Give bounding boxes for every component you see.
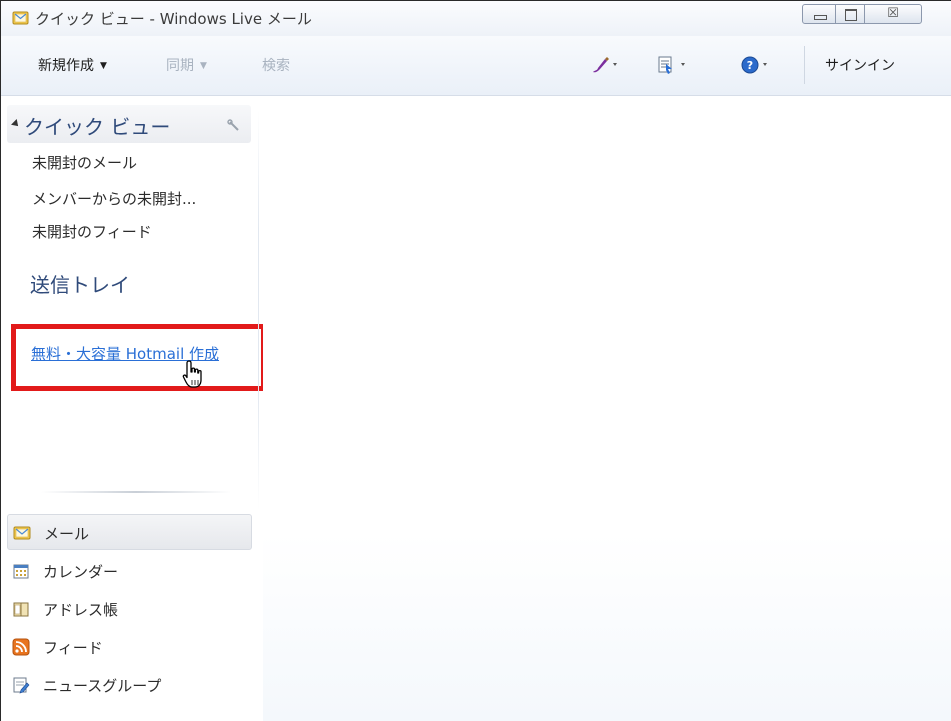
quick-view-item-unread-from-members[interactable]: メンバーからの未開封... [32, 188, 196, 209]
mail-icon [13, 524, 31, 542]
windows-live-mail-icon [12, 10, 29, 25]
help-icon: ? [741, 56, 767, 74]
sync-button-label: 同期 [166, 58, 194, 74]
address-book-icon [12, 600, 30, 618]
toolbar: 新規作成 ▼ 同期 ▼ 検索 ? サインイン [1, 36, 951, 96]
nav-item-calendar[interactable]: カレンダー [7, 553, 252, 589]
quick-view-title: クイック ビュー [24, 115, 171, 139]
maximize-button[interactable] [835, 4, 865, 24]
nav-item-label: フィード [43, 639, 103, 657]
pane-divider [41, 491, 231, 493]
main-content-area [263, 97, 951, 721]
nav-item-mail[interactable]: メール [7, 514, 252, 550]
new-button[interactable]: 新規作成 ▼ [38, 55, 107, 75]
nav-item-label: アドレス帳 [43, 601, 119, 619]
minimize-button[interactable] [802, 4, 836, 24]
close-button[interactable]: ☒ [864, 4, 922, 24]
view-menu-button[interactable] [656, 54, 690, 76]
search-button-label: 検索 [262, 58, 290, 74]
newsgroup-icon [12, 676, 30, 694]
calendar-icon [12, 562, 30, 580]
collapse-triangle-icon[interactable] [11, 119, 21, 129]
search-button[interactable]: 検索 [262, 55, 290, 75]
title-bar: クイック ビュー - Windows Live メール ☒ [1, 1, 951, 36]
nav-item-address-book[interactable]: アドレス帳 [7, 591, 252, 627]
sync-button[interactable]: 同期 ▼ [166, 55, 207, 75]
nav-item-feeds[interactable]: フィード [7, 629, 252, 665]
help-menu-button[interactable]: ? [738, 54, 774, 76]
nav-item-label: メール [44, 525, 90, 543]
nav-item-label: カレンダー [43, 563, 119, 581]
new-button-label: 新規作成 [38, 58, 94, 74]
close-icon: ☒ [887, 6, 899, 21]
hand-cursor-icon [180, 359, 208, 391]
window-title: クイック ビュー - Windows Live メール [35, 10, 312, 28]
chevron-down-icon: ▼ [200, 61, 207, 71]
paintbrush-icon [593, 57, 617, 73]
quick-view-header[interactable]: クイック ビュー [7, 105, 251, 143]
nav-item-label: ニュースグループ [43, 677, 162, 695]
quick-view-item-unread-feeds[interactable]: 未開封のフィード [32, 221, 152, 242]
chevron-down-icon: ▼ [100, 61, 107, 71]
view-icon [658, 56, 685, 74]
app-window: クイック ビュー - Windows Live メール ☒ 新規作成 ▼ 同期 ▼ … [0, 0, 951, 721]
paintbrush-menu-button[interactable] [589, 54, 619, 76]
toolbar-separator [804, 46, 805, 84]
window-controls: ☒ [802, 4, 950, 24]
wrench-icon[interactable] [227, 118, 241, 132]
nav-item-newsgroups[interactable]: ニュースグループ [7, 667, 252, 703]
feed-icon [12, 638, 30, 656]
quick-view-item-unread-mail[interactable]: 未開封のメール [32, 152, 137, 173]
folder-outbox[interactable]: 送信トレイ [30, 269, 130, 298]
folder-pane: クイック ビュー 未開封のメール メンバーからの未開封... 未開封のフィード … [1, 97, 266, 721]
pane-border [258, 110, 259, 510]
signin-button[interactable]: サインイン [825, 55, 895, 75]
svg-text:?: ? [747, 59, 753, 72]
